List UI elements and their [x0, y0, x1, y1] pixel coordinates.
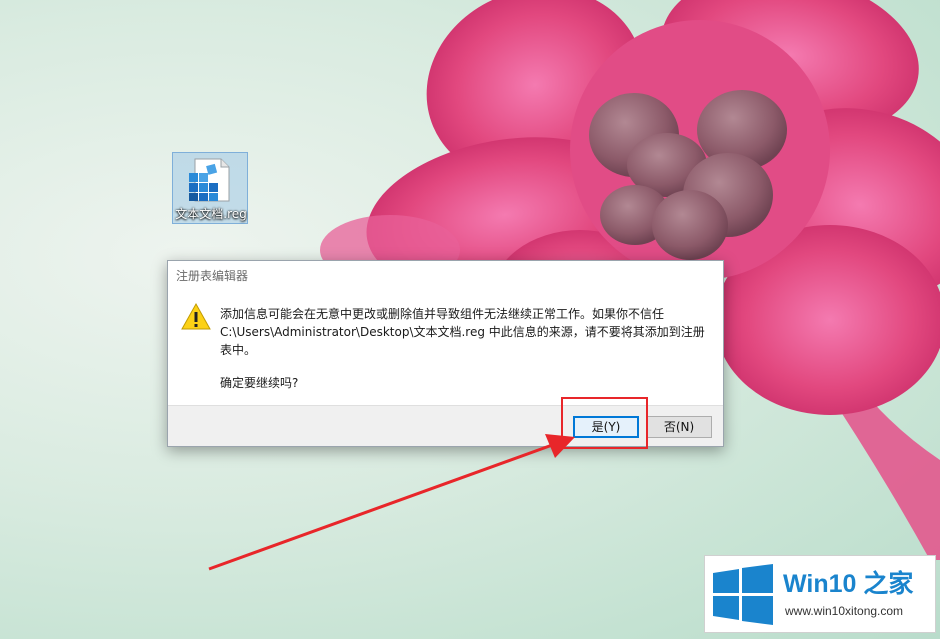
watermark-title: Win10 之家 — [783, 570, 914, 598]
watermark: Win10 之家 www.win10xitong.com — [704, 555, 936, 633]
desktop: 文本文档.reg 注册表编辑器 添加信息可能会在无意中更改或删除值并导致组件无法… — [0, 0, 940, 639]
windows-logo-icon — [713, 564, 773, 625]
watermark-url: www.win10xitong.com — [785, 604, 904, 618]
annotation-arrow — [208, 434, 575, 571]
